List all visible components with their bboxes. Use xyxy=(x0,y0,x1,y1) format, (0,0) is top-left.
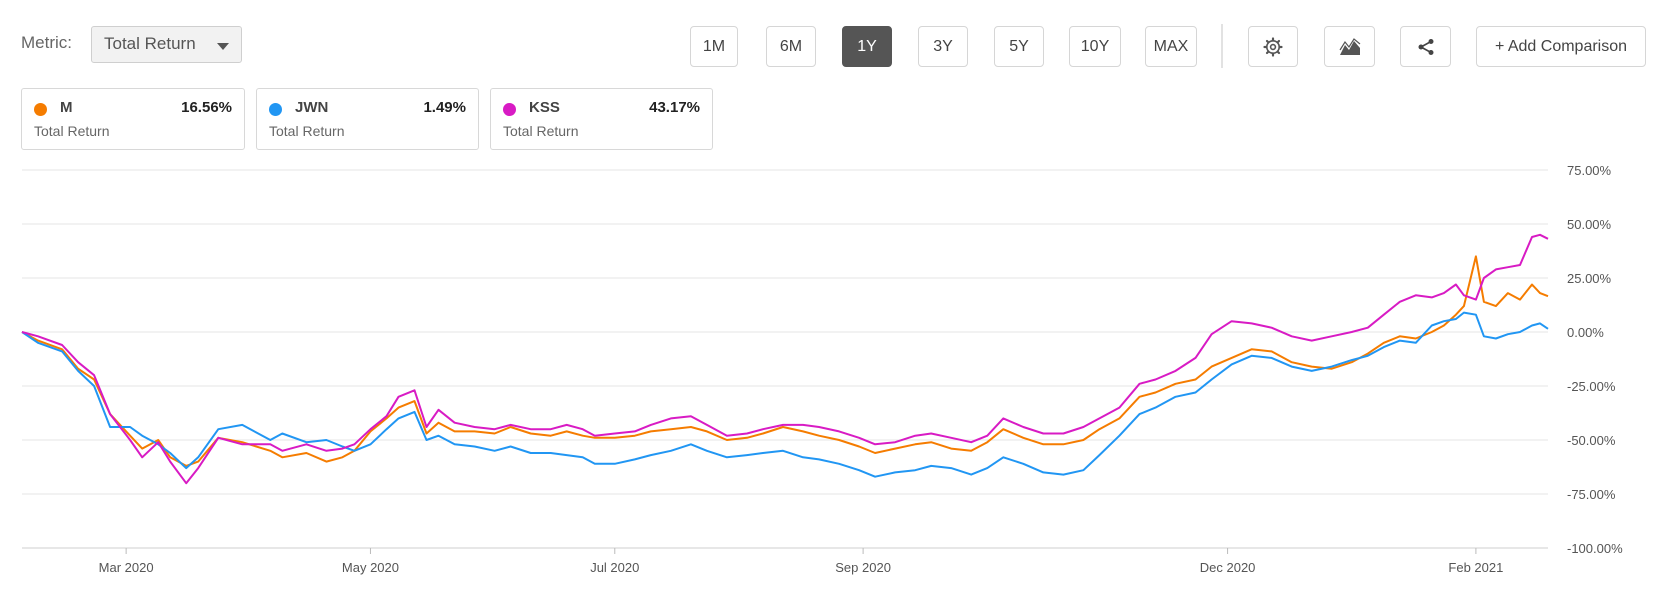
series-color-dot xyxy=(503,103,516,116)
y-tick-label: 75.00% xyxy=(1567,163,1612,178)
legend-card-m[interactable]: M 16.56% Total Return xyxy=(21,88,245,150)
period-button-1y[interactable]: 1Y xyxy=(842,26,892,67)
y-tick-label: 0.00% xyxy=(1567,325,1604,340)
x-tick-label: Mar 2020 xyxy=(99,560,154,575)
area-chart-icon xyxy=(1338,37,1360,55)
share-button[interactable] xyxy=(1400,26,1451,67)
legend-card-jwn[interactable]: JWN 1.49% Total Return xyxy=(256,88,479,150)
x-tick-label: May 2020 xyxy=(342,560,399,575)
series-line-m xyxy=(21,255,1549,467)
series-color-dot xyxy=(269,103,282,116)
period-label: 5Y xyxy=(1009,37,1029,55)
chart-type-button[interactable] xyxy=(1324,26,1375,67)
add-comparison-button[interactable]: + Add Comparison xyxy=(1476,26,1646,67)
y-tick-label: -25.00% xyxy=(1567,379,1616,394)
y-tick-label: -75.00% xyxy=(1567,487,1616,502)
x-tick-label: Dec 2020 xyxy=(1200,560,1256,575)
share-icon xyxy=(1418,38,1433,55)
y-tick-label: -50.00% xyxy=(1567,433,1616,448)
period-button-5y[interactable]: 5Y xyxy=(994,26,1044,67)
period-label: 1M xyxy=(702,37,726,55)
period-label: MAX xyxy=(1153,37,1189,55)
period-label: 10Y xyxy=(1080,37,1110,55)
card-value: 1.49% xyxy=(423,99,466,116)
settings-button[interactable] xyxy=(1248,26,1298,67)
period-button-1m[interactable]: 1M xyxy=(690,26,738,67)
card-ticker: M xyxy=(60,99,73,116)
period-button-max[interactable]: MAX xyxy=(1145,26,1197,67)
metric-dropdown[interactable]: Total Return xyxy=(91,26,242,63)
card-subtitle: Total Return xyxy=(269,123,345,139)
series-line-kss xyxy=(21,233,1549,485)
card-value: 43.17% xyxy=(649,99,700,116)
period-button-10y[interactable]: 10Y xyxy=(1069,26,1121,67)
card-ticker: JWN xyxy=(295,99,329,116)
return-chart[interactable]: 75.00% 50.00% 25.00% 0.00% -25.00% -50.00% -75… xyxy=(0,150,1657,591)
x-tick-label: Sep 2020 xyxy=(835,560,891,575)
card-ticker: KSS xyxy=(529,99,560,116)
metric-label: Metric: xyxy=(21,33,72,52)
gear-icon xyxy=(1263,36,1283,57)
y-tick-label: 50.00% xyxy=(1567,217,1612,232)
period-label: 6M xyxy=(779,37,803,55)
card-subtitle: Total Return xyxy=(503,123,579,139)
y-tick-label: 25.00% xyxy=(1567,271,1612,286)
card-subtitle: Total Return xyxy=(34,123,110,139)
caret-down-icon xyxy=(217,43,229,50)
series-line-jwn xyxy=(21,311,1549,478)
add-comparison-label: + Add Comparison xyxy=(1494,37,1628,55)
period-label: 3Y xyxy=(933,37,953,55)
x-tick-label: Feb 2021 xyxy=(1448,560,1503,575)
y-tick-label: -100.00% xyxy=(1567,541,1623,556)
legend-card-kss[interactable]: KSS 43.17% Total Return xyxy=(490,88,713,150)
period-label: 1Y xyxy=(857,37,877,55)
metric-selected-value: Total Return xyxy=(104,34,196,53)
toolbar-divider xyxy=(1221,24,1223,68)
card-value: 16.56% xyxy=(181,99,232,116)
series-color-dot xyxy=(34,103,47,116)
period-button-6m[interactable]: 6M xyxy=(766,26,816,67)
period-button-3y[interactable]: 3Y xyxy=(918,26,968,67)
x-tick-label: Jul 2020 xyxy=(590,560,639,575)
